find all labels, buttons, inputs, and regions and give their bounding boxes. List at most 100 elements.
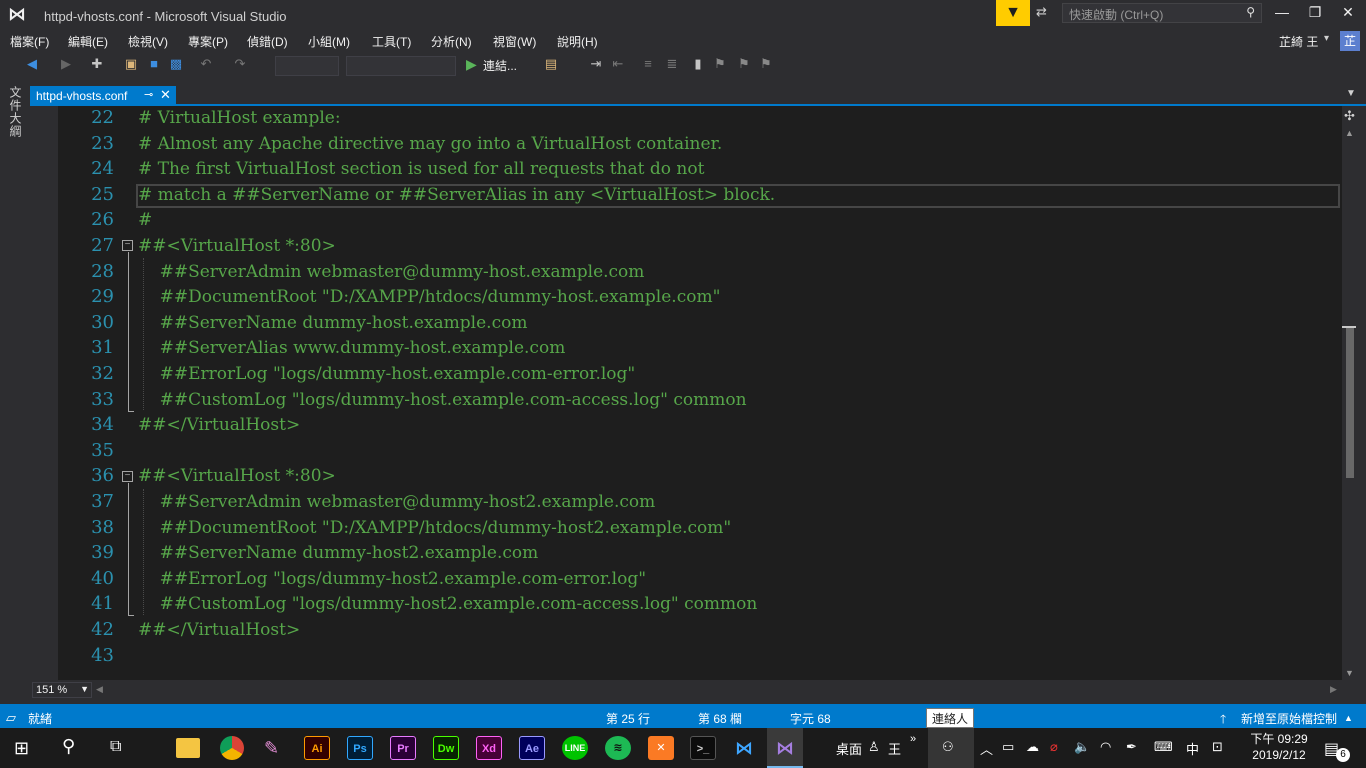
line-text[interactable]: ##ErrorLog "logs/dummy-host.example.com-… bbox=[138, 361, 636, 387]
chrome-icon[interactable] bbox=[220, 736, 244, 760]
code-line[interactable]: 43 bbox=[58, 643, 1342, 669]
play-icon[interactable]: ▶ bbox=[466, 56, 477, 73]
quick-launch-input[interactable]: 快速啟動 (Ctrl+Q) ⚲ bbox=[1062, 3, 1262, 23]
more-icon[interactable]: » bbox=[910, 733, 916, 745]
taskbar-user-label[interactable]: 王 bbox=[888, 739, 901, 758]
code-line[interactable]: 41 ##CustomLog "logs/dummy-host2.example… bbox=[58, 591, 1342, 617]
user-name[interactable]: 芷綺 王 bbox=[1279, 33, 1318, 50]
split-window-icon[interactable]: ✣ bbox=[1344, 108, 1355, 124]
acrobat-icon[interactable]: ⌀ bbox=[1050, 739, 1058, 755]
volume-icon[interactable]: 🔈 bbox=[1074, 739, 1090, 755]
adobe-ai-icon[interactable]: Ai bbox=[304, 736, 330, 760]
find-in-files-icon[interactable]: ▤ bbox=[542, 56, 560, 74]
tab-dropdown-icon[interactable]: ▼ bbox=[1346, 88, 1356, 99]
save-all-icon[interactable]: ▩ bbox=[168, 56, 184, 74]
line-text[interactable]: ##ServerName dummy-host2.example.com bbox=[138, 540, 539, 566]
task-view-icon[interactable]: ⧉ bbox=[110, 738, 121, 756]
undo-icon[interactable]: ↶ bbox=[198, 56, 214, 74]
menu-team[interactable]: 小組(M) bbox=[308, 33, 350, 50]
uncomment-icon[interactable]: ≣ bbox=[664, 56, 680, 74]
code-line[interactable]: 29 ##DocumentRoot "D:/XAMPP/htdocs/dummy… bbox=[58, 284, 1342, 310]
back-icon[interactable]: ◀ bbox=[24, 56, 40, 74]
file-explorer-icon[interactable] bbox=[176, 738, 200, 758]
scrollbar-thumb[interactable] bbox=[1346, 328, 1354, 478]
line-text[interactable]: ##<VirtualHost *:80> bbox=[138, 233, 336, 259]
code-line[interactable]: 33 ##CustomLog "logs/dummy-host.example.… bbox=[58, 387, 1342, 413]
comment-icon[interactable]: ≡ bbox=[640, 56, 656, 74]
scroll-right-icon[interactable]: ▶ bbox=[1330, 684, 1337, 695]
menu-project[interactable]: 專案(P) bbox=[188, 33, 228, 50]
platform-select[interactable] bbox=[346, 56, 456, 76]
menu-window[interactable]: 視窗(W) bbox=[493, 33, 536, 50]
code-line[interactable]: 35 bbox=[58, 438, 1342, 464]
chevron-down-icon[interactable]: ▾ bbox=[1324, 33, 1329, 44]
line-app-icon[interactable]: LINE bbox=[562, 736, 588, 760]
line-text[interactable]: # VirtualHost example: bbox=[138, 106, 341, 131]
menu-tools[interactable]: 工具(T) bbox=[372, 33, 411, 50]
line-text[interactable]: ##ServerAdmin webmaster@dummy-host2.exam… bbox=[138, 489, 656, 515]
forward-icon[interactable]: ▶ bbox=[58, 56, 74, 74]
line-text[interactable]: ##DocumentRoot "D:/XAMPP/htdocs/dummy-ho… bbox=[138, 284, 721, 310]
code-line[interactable]: 30 ##ServerName dummy-host.example.com bbox=[58, 310, 1342, 336]
code-line[interactable]: 42 ##</VirtualHost> bbox=[58, 617, 1342, 643]
pen-icon[interactable]: ✒ bbox=[1126, 739, 1137, 755]
pin-icon[interactable]: ⊸ bbox=[144, 88, 153, 101]
adobe-pr-icon[interactable]: Pr bbox=[390, 736, 416, 760]
menu-analyze[interactable]: 分析(N) bbox=[431, 33, 472, 50]
ime-mode-icon[interactable]: ⊡ bbox=[1212, 739, 1223, 755]
redo-icon[interactable]: ↷ bbox=[232, 56, 248, 74]
visual-studio-logo-icon[interactable]: ⋈ bbox=[8, 4, 36, 26]
line-text[interactable]: ##ServerName dummy-host.example.com bbox=[138, 310, 528, 336]
close-icon[interactable]: ✕ bbox=[160, 87, 171, 103]
horizontal-scrollbar[interactable] bbox=[30, 680, 1366, 700]
code-line[interactable]: 22 # VirtualHost example: bbox=[58, 106, 1342, 131]
cloud-icon[interactable]: ☁ bbox=[1026, 739, 1039, 755]
visual-studio-icon[interactable]: ⋈ bbox=[772, 736, 798, 760]
spotify-icon[interactable]: ≋ bbox=[605, 736, 631, 760]
outdent-icon[interactable]: ⇤ bbox=[610, 56, 626, 74]
line-text[interactable]: ##</VirtualHost> bbox=[138, 617, 300, 643]
line-text[interactable]: ##</VirtualHost> bbox=[138, 412, 300, 438]
code-line[interactable]: 28 ##ServerAdmin webmaster@dummy-host.ex… bbox=[58, 259, 1342, 285]
search-icon[interactable]: ⚲ bbox=[62, 736, 75, 757]
keyboard-icon[interactable]: ⌨ bbox=[1154, 739, 1173, 755]
menu-debug[interactable]: 偵錯(D) bbox=[247, 33, 288, 50]
scroll-left-icon[interactable]: ◀ bbox=[96, 684, 103, 695]
run-button[interactable]: 連結... bbox=[483, 57, 517, 74]
line-text[interactable]: ##ServerAlias www.dummy-host.example.com bbox=[138, 335, 566, 361]
notification-filter-icon[interactable]: ▼ bbox=[996, 0, 1030, 26]
code-line[interactable]: 37 ##ServerAdmin webmaster@dummy-host2.e… bbox=[58, 489, 1342, 515]
clear-bookmarks-icon[interactable]: ⚑ bbox=[758, 56, 774, 74]
add-to-source-control-button[interactable]: 新增至原始檔控制 bbox=[1241, 710, 1337, 727]
adobe-xd-icon[interactable]: Xd bbox=[476, 736, 502, 760]
tab-httpd-vhosts[interactable]: httpd-vhosts.conf ⊸ ✕ bbox=[30, 86, 176, 106]
new-project-icon[interactable]: ✚ bbox=[88, 56, 106, 74]
feedback-icon[interactable]: ⇄ bbox=[1036, 4, 1054, 22]
line-text[interactable]: ##<VirtualHost *:80> bbox=[138, 463, 336, 489]
close-window-button[interactable]: ✕ bbox=[1336, 4, 1360, 24]
wifi-icon[interactable]: ◠ bbox=[1100, 739, 1111, 755]
line-text[interactable]: ##ErrorLog "logs/dummy-host2.example.com… bbox=[138, 566, 646, 592]
line-text[interactable]: ##CustomLog "logs/dummy-host.example.com… bbox=[138, 387, 747, 413]
paint-app-icon[interactable]: ✎ bbox=[264, 738, 279, 759]
code-line[interactable]: 32 ##ErrorLog "logs/dummy-host.example.c… bbox=[58, 361, 1342, 387]
open-file-icon[interactable]: ▣ bbox=[122, 56, 140, 74]
adobe-dw-icon[interactable]: Dw bbox=[433, 736, 459, 760]
scroll-up-icon[interactable]: ▲ bbox=[1345, 128, 1354, 138]
bookmark-icon[interactable]: ▮ bbox=[690, 56, 706, 74]
xampp-icon[interactable]: ✕ bbox=[648, 736, 674, 760]
desktop-toolbar-label[interactable]: 桌面 bbox=[836, 739, 862, 758]
collapse-icon[interactable]: − bbox=[122, 240, 133, 251]
code-line[interactable]: 38 ##DocumentRoot "D:/XAMPP/htdocs/dummy… bbox=[58, 515, 1342, 541]
line-text[interactable]: ##ServerAdmin webmaster@dummy-host.examp… bbox=[138, 259, 645, 285]
collapse-icon[interactable]: − bbox=[122, 471, 133, 482]
vscode-icon[interactable]: ⋈ bbox=[731, 736, 757, 760]
clock[interactable]: 下午 09:29 2019/2/12 bbox=[1244, 731, 1314, 763]
windows-start-icon[interactable]: ⊞ bbox=[14, 738, 29, 759]
adobe-ae-icon[interactable]: Ae bbox=[519, 736, 545, 760]
output-window-icon[interactable]: ▱ bbox=[6, 710, 16, 726]
user-figure-icon[interactable]: ♙ bbox=[868, 739, 880, 755]
next-bookmark-icon[interactable]: ⚑ bbox=[736, 56, 752, 74]
adobe-ps-icon[interactable]: Ps bbox=[347, 736, 373, 760]
avatar[interactable]: 芷 bbox=[1340, 31, 1360, 51]
